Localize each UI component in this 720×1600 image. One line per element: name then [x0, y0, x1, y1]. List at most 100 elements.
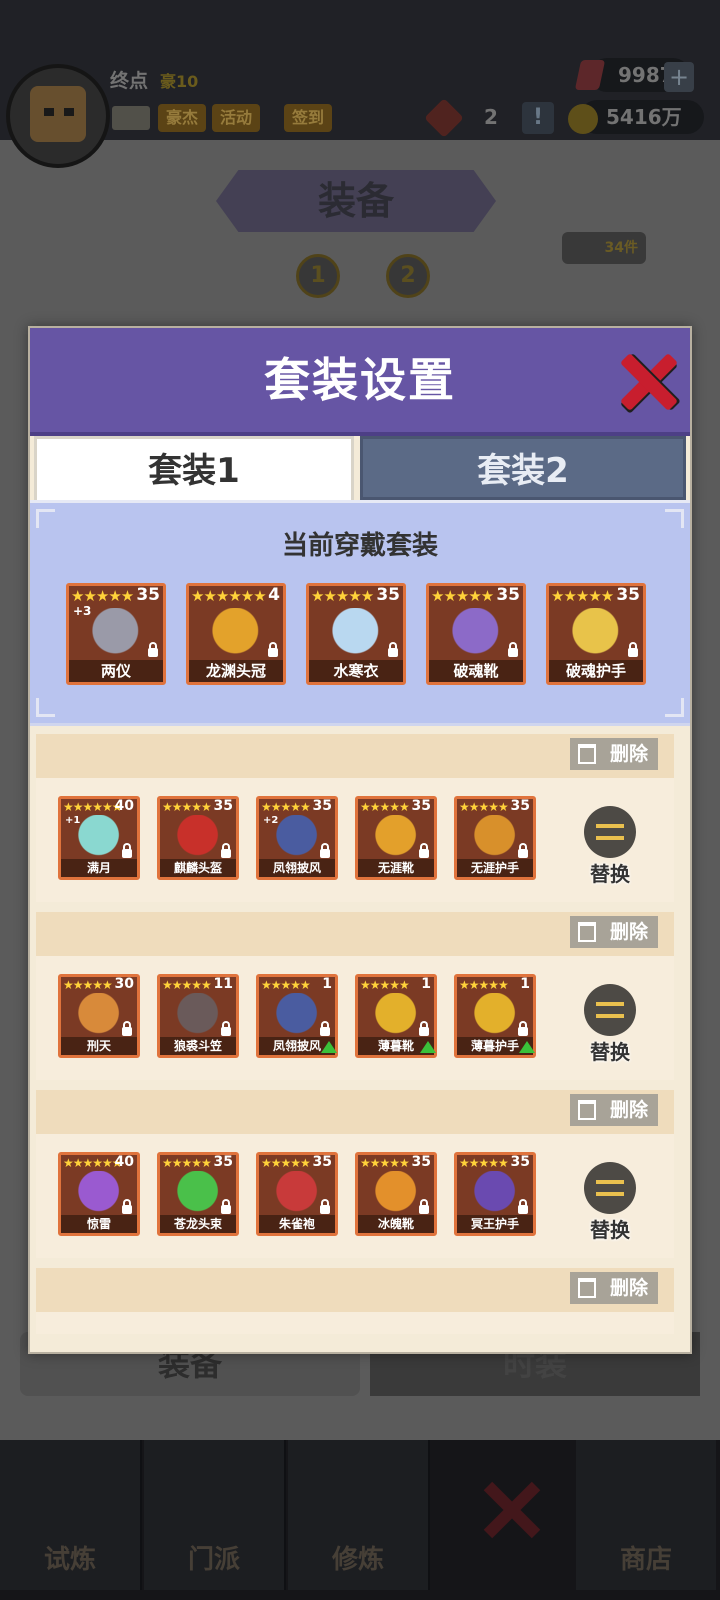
- item-level: 35: [411, 1154, 431, 1170]
- equipment-item[interactable]: ★★★★★ 1 薄暮靴: [355, 974, 437, 1058]
- swap-outfit-button[interactable]: 替换: [576, 858, 644, 887]
- item-art-icon: [374, 993, 422, 1037]
- swap-arrow: [596, 1180, 624, 1184]
- item-level: 35: [213, 1154, 233, 1170]
- lock-icon: [122, 1199, 132, 1214]
- item-art-icon: [176, 993, 224, 1037]
- item-name: 无涯护手: [457, 859, 533, 877]
- close-icon[interactable]: [618, 352, 678, 412]
- rarity-stars: ★★★★★: [261, 1156, 311, 1170]
- item-level: 40: [114, 798, 134, 814]
- item-name: 朱雀袍: [259, 1215, 335, 1233]
- delete-outfit-button[interactable]: 删除: [570, 1272, 658, 1304]
- swap-arrow: [596, 836, 624, 840]
- swap-icon[interactable]: [584, 1162, 636, 1214]
- lock-icon: [518, 843, 528, 858]
- item-art-icon: [275, 1171, 323, 1215]
- swap-arrow: [596, 1002, 624, 1006]
- rarity-stars: ★★★★★: [162, 800, 212, 814]
- equipment-item[interactable]: ★★★★★ 30 刑天: [58, 974, 140, 1058]
- item-art-icon: [176, 815, 224, 859]
- equipment-item[interactable]: ★★★★★ 1 凤翎披风: [256, 974, 338, 1058]
- swap-icon[interactable]: [584, 806, 636, 858]
- equipment-item[interactable]: ★★★★★ 35 无涯护手: [454, 796, 536, 880]
- rarity-stars: ★★★★★★: [63, 1156, 123, 1170]
- equipment-item[interactable]: ★★★★★★ 4 龙渊头冠: [186, 583, 286, 685]
- modal-title: 套装设置: [264, 353, 456, 407]
- equipment-item[interactable]: ★★★★★★ 40 +1 满月: [58, 796, 140, 880]
- item-art-icon: [571, 608, 625, 658]
- current-outfit-panel: 当前穿戴套装 ★★★★★ 35 +3 两仪 ★★★★★★ 4 龙渊头冠 ★★★★★ 35 水寒衣 ★…: [30, 500, 690, 726]
- equipment-item[interactable]: ★★★★★ 35 水寒衣: [306, 583, 406, 685]
- equipment-item[interactable]: ★★★★★ 35 破魂护手: [546, 583, 646, 685]
- rarity-stars: ★★★★★: [360, 800, 410, 814]
- item-art-icon: [473, 993, 521, 1037]
- lock-icon: [628, 642, 638, 657]
- panel-corner: [665, 698, 684, 717]
- equipment-item[interactable]: ★★★★★★ 40 惊雷: [58, 1152, 140, 1236]
- equipment-item[interactable]: ★★★★★ 35 破魂靴: [426, 583, 526, 685]
- lock-icon: [122, 1021, 132, 1036]
- item-art-icon: [374, 815, 422, 859]
- swap-arrow: [596, 1192, 624, 1196]
- lock-icon: [419, 1199, 429, 1214]
- item-name: 麒麟头盔: [160, 859, 236, 877]
- delete-outfit-button[interactable]: 删除: [570, 738, 658, 770]
- item-level: 35: [312, 1154, 332, 1170]
- item-name: 破魂护手: [549, 660, 643, 682]
- outfit-settings-modal: 套装设置 套装1 套装2 当前穿戴套装 ★★★★★ 35 +3 两仪 ★★★★★★ 4 龙渊…: [28, 326, 692, 1354]
- rarity-stars: ★★★★★: [459, 800, 509, 814]
- item-name: 冰魄靴: [358, 1215, 434, 1233]
- saved-outfit-card: 删除 ★★★★★★ 40 +1 满月 ★★★★★ 35 麒麟头盔 ★★★★★ 35 +2 凤翎披风 ★★…: [36, 734, 674, 902]
- equipment-item[interactable]: ★★★★★ 35 +2 凤翎披风: [256, 796, 338, 880]
- delete-label: 删除: [609, 921, 648, 943]
- rarity-stars: ★★★★★★: [191, 587, 267, 605]
- lock-icon: [148, 642, 158, 657]
- item-art-icon: [275, 993, 323, 1037]
- equipment-item[interactable]: ★★★★★ 35 +3 两仪: [66, 583, 166, 685]
- item-art-icon: [91, 608, 145, 658]
- lock-icon: [268, 642, 278, 657]
- swap-outfit-button[interactable]: 替换: [576, 1214, 644, 1243]
- trash-icon: [578, 1278, 596, 1298]
- trash-icon: [578, 744, 596, 764]
- rarity-stars: ★★★★★: [459, 978, 509, 992]
- rarity-stars: ★★★★★: [360, 978, 410, 992]
- equipment-item[interactable]: ★★★★★ 35 朱雀袍: [256, 1152, 338, 1236]
- enhance-level: +3: [73, 604, 92, 618]
- item-name: 无涯靴: [358, 859, 434, 877]
- outfit-items-row: [36, 1312, 674, 1334]
- item-name: 冥王护手: [457, 1215, 533, 1233]
- rarity-stars: ★★★★★★: [63, 800, 123, 814]
- item-level: 35: [136, 585, 160, 605]
- delete-outfit-button[interactable]: 删除: [570, 1094, 658, 1126]
- item-name: 两仪: [69, 660, 163, 682]
- saved-outfit-card: 删除 ★★★★★ 30 刑天 ★★★★★ 11 狼裘斗笠 ★★★★★ 1 凤翎披风 ★★★★★ 1 薄暮…: [36, 912, 674, 1080]
- equipment-item[interactable]: ★★★★★ 11 狼裘斗笠: [157, 974, 239, 1058]
- trash-icon: [578, 1100, 596, 1120]
- equipment-item[interactable]: ★★★★★ 35 苍龙头束: [157, 1152, 239, 1236]
- lock-icon: [221, 843, 231, 858]
- delete-outfit-button[interactable]: 删除: [570, 916, 658, 948]
- item-level: 11: [213, 976, 233, 992]
- equipment-item[interactable]: ★★★★★ 35 无涯靴: [355, 796, 437, 880]
- equipment-item[interactable]: ★★★★★ 35 麒麟头盔: [157, 796, 239, 880]
- swap-icon[interactable]: [584, 984, 636, 1036]
- lock-icon: [122, 843, 132, 858]
- rarity-stars: ★★★★★: [162, 1156, 212, 1170]
- tab-outfit-1[interactable]: 套装1: [34, 436, 354, 500]
- item-level: 35: [616, 585, 640, 605]
- item-art-icon: [275, 815, 323, 859]
- tab-outfit-2[interactable]: 套装2: [360, 436, 686, 500]
- equipment-item[interactable]: ★★★★★ 35 冰魄靴: [355, 1152, 437, 1236]
- saved-outfits-list[interactable]: 删除 ★★★★★★ 40 +1 满月 ★★★★★ 35 麒麟头盔 ★★★★★ 35 +2 凤翎披风 ★★…: [36, 734, 682, 1334]
- delete-label: 删除: [609, 743, 648, 765]
- rarity-stars: ★★★★★: [162, 978, 212, 992]
- item-name: 水寒衣: [309, 660, 403, 682]
- equipment-item[interactable]: ★★★★★ 35 冥王护手: [454, 1152, 536, 1236]
- swap-arrow: [596, 1014, 624, 1018]
- item-art-icon: [77, 993, 125, 1037]
- equipment-item[interactable]: ★★★★★ 1 薄暮护手: [454, 974, 536, 1058]
- swap-outfit-button[interactable]: 替换: [576, 1036, 644, 1065]
- item-level: 35: [510, 798, 530, 814]
